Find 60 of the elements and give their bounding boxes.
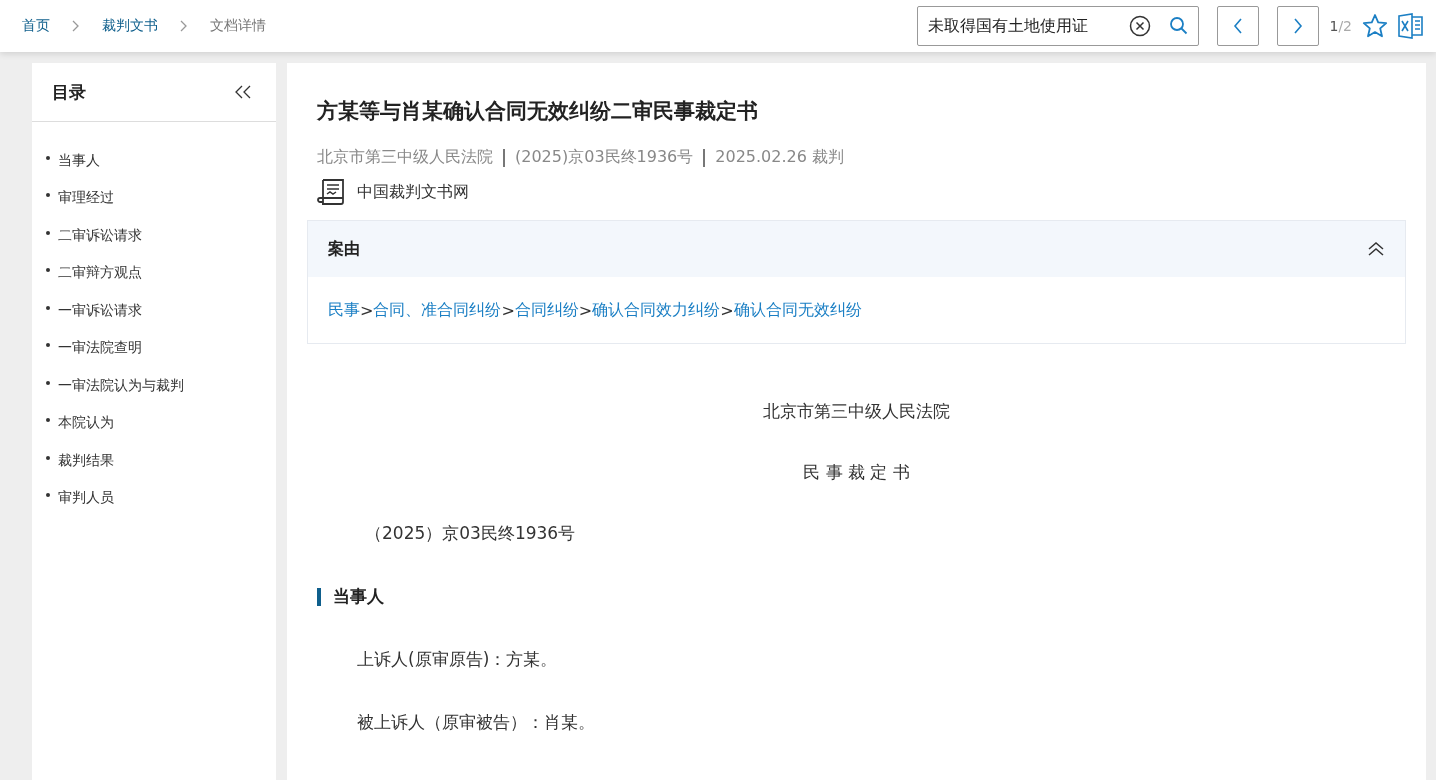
- paragraph: 被上诉人（原审被告）：肖某。: [357, 711, 596, 734]
- toc-link[interactable]: 一审诉讼请求: [58, 301, 142, 320]
- clear-icon[interactable]: [1129, 15, 1152, 37]
- case-number: （2025）京03民终1936号: [365, 522, 577, 545]
- toc-link[interactable]: 二审诉讼请求: [58, 226, 142, 245]
- bullet-icon: [46, 155, 50, 160]
- chevron-left-icon: [1233, 18, 1244, 34]
- search-icon[interactable]: [1169, 16, 1190, 36]
- bullet-icon: [46, 305, 50, 310]
- chevron-right-icon: [1293, 18, 1304, 34]
- document-title: 方某等与肖某确认合同无效纠纷二审民事裁定书: [317, 98, 759, 125]
- paragraph: 上诉人(原审原告)：方某。: [357, 648, 559, 671]
- cause-header[interactable]: 案由: [308, 221, 1405, 277]
- toc-link[interactable]: 审判人员: [58, 489, 114, 508]
- page-indicator: 1/2: [1329, 18, 1352, 34]
- collapse-icon[interactable]: [1367, 241, 1385, 257]
- breadcrumb-current: 文档详情: [210, 17, 266, 35]
- previous-button[interactable]: [1217, 6, 1260, 46]
- meta-text: 北京市第三中级人民法院: [317, 147, 493, 168]
- chevron-right-icon: [180, 20, 188, 32]
- bullet-icon: [46, 455, 50, 460]
- separator: >: [578, 300, 593, 320]
- toc-link[interactable]: 审理经过: [58, 189, 114, 208]
- separator: >: [720, 300, 734, 320]
- bullet-icon: [46, 268, 50, 273]
- category-link[interactable]: 确认合同效力纠纷: [592, 299, 721, 321]
- category-link[interactable]: 合同纠纷: [514, 299, 579, 321]
- spreadsheet-icon[interactable]: [1398, 13, 1424, 39]
- category-link[interactable]: 民事: [328, 299, 360, 321]
- separator: >: [501, 300, 515, 320]
- toc-link[interactable]: 一审法院查明: [58, 339, 142, 358]
- bullet-icon: [46, 343, 50, 348]
- court-name: 北京市第三中级人民法院: [762, 400, 951, 423]
- breadcrumb-link[interactable]: 裁判文书: [102, 17, 158, 35]
- meta-text: 2025.02.26 裁判: [715, 147, 844, 168]
- bullet-icon: [46, 380, 50, 385]
- category-link[interactable]: 合同、准合同纠纷: [373, 299, 502, 321]
- toc-link[interactable]: 二审辩方观点: [58, 264, 142, 283]
- breadcrumb-link[interactable]: 首页: [22, 17, 50, 35]
- bullet-icon: [46, 418, 50, 423]
- meta-text: (2025)京03民终1936号: [515, 147, 694, 168]
- category-link[interactable]: 确认合同无效纠纷: [733, 299, 862, 321]
- source-label: 中国裁判文书网: [357, 181, 469, 203]
- document-icon: [317, 178, 347, 206]
- collapse-icon[interactable]: [234, 85, 252, 99]
- document-type: 民 事 裁 定 书: [802, 461, 911, 484]
- next-button[interactable]: [1277, 6, 1320, 46]
- toc-link[interactable]: 裁判结果: [58, 451, 114, 470]
- bullet-icon: [46, 193, 50, 198]
- toc-link[interactable]: 本院认为: [58, 414, 114, 433]
- bullet-icon: [46, 493, 50, 498]
- section-heading: 当事人: [333, 585, 384, 608]
- toc-link[interactable]: 一审法院认为与裁判: [58, 376, 184, 395]
- toc-title: 目录: [52, 80, 86, 104]
- search-field[interactable]: 未取得国有土地使用证: [917, 6, 1200, 46]
- chevron-right-icon: [72, 20, 80, 32]
- separator: >: [360, 300, 374, 320]
- star-icon[interactable]: [1362, 13, 1388, 39]
- toc-link[interactable]: 当事人: [58, 151, 100, 170]
- bullet-icon: [46, 230, 50, 235]
